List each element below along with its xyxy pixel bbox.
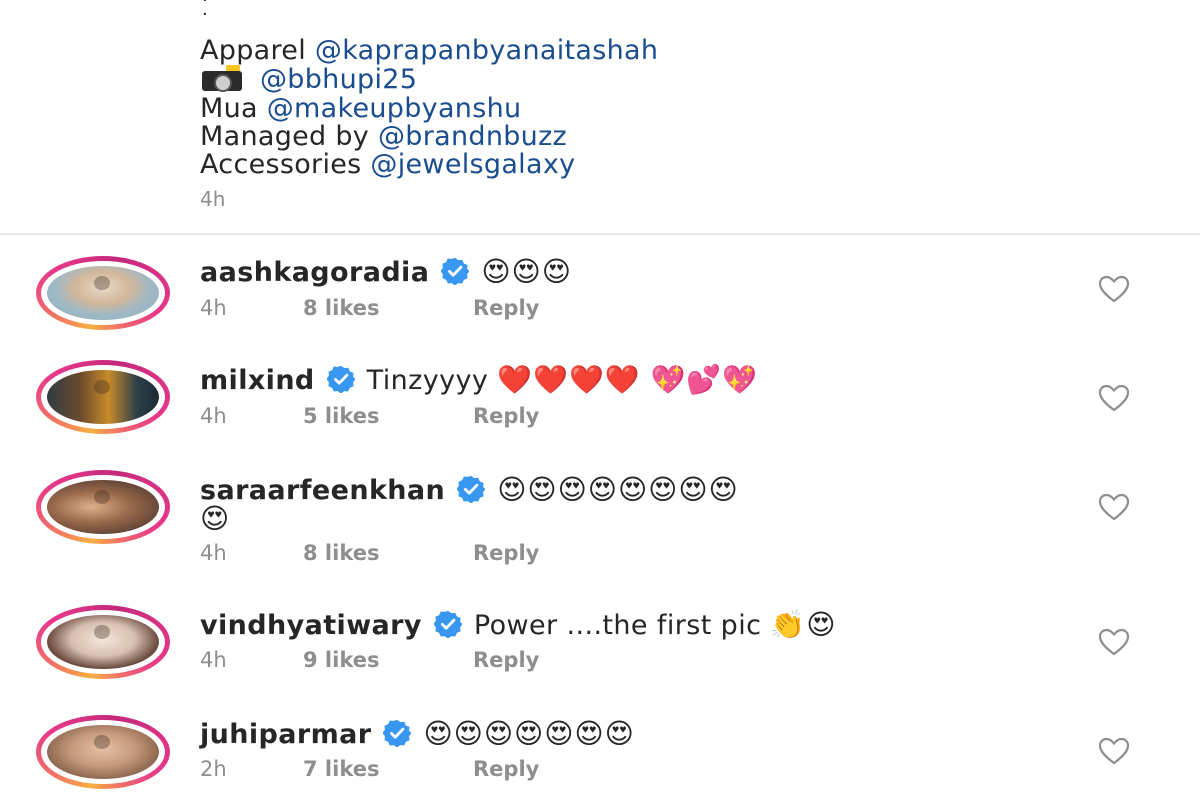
like-heart-icon[interactable] (1097, 627, 1131, 657)
comment-body-continued: 😍 (200, 503, 230, 536)
comment-username[interactable]: vindhyatiwary (200, 610, 422, 641)
comment-emojis: 😍😍😍😍😍😍😍😍 (497, 473, 739, 506)
comment-body: juhiparmar 😍😍😍😍😍😍😍 (200, 718, 635, 751)
caption-line-accessories: Accessories @jewelsgalaxy (200, 149, 576, 180)
mention-link[interactable]: @kaprapanbyanaitashah (315, 35, 658, 66)
verified-badge-icon (433, 610, 463, 639)
comment-meta: 4h 5 likes Reply (200, 404, 539, 428)
comment-emojis: 😍😍😍 (481, 255, 572, 288)
likes-count[interactable]: 8 likes (303, 296, 473, 320)
caption-line-apparel: Apparel @kaprapanbyanaitashah (200, 35, 659, 66)
reply-button[interactable]: Reply (473, 757, 539, 781)
comment-emojis-overflow: 😍 (200, 502, 231, 535)
comment-meta: 4h 8 likes Reply (200, 296, 539, 320)
comment-time: 4h (200, 296, 227, 320)
like-heart-icon[interactable] (1097, 736, 1131, 766)
avatar[interactable] (36, 470, 170, 544)
like-heart-icon[interactable] (1097, 383, 1131, 413)
comment-username[interactable]: saraarfeenkhan (200, 475, 445, 506)
comment-username[interactable]: juhiparmar (200, 719, 371, 750)
comment-body: saraarfeenkhan 😍😍😍😍😍😍😍😍 (200, 474, 739, 507)
comment-time: 4h (200, 648, 227, 672)
reply-button[interactable]: Reply (473, 296, 539, 320)
likes-count[interactable]: 5 likes (303, 404, 473, 428)
reply-button[interactable]: Reply (473, 404, 539, 428)
reply-button[interactable]: Reply (473, 541, 539, 565)
verified-badge-icon (326, 365, 356, 394)
avatar[interactable] (36, 256, 170, 330)
comment-body: milxind Tinzyyyy ❤️❤️❤️❤️ 💖💕💖 (200, 364, 758, 397)
likes-count[interactable]: 9 likes (303, 648, 473, 672)
comment-text: Tinzyyyy (366, 365, 498, 396)
avatar[interactable] (36, 360, 170, 434)
comment-username[interactable]: milxind (200, 365, 315, 396)
comment-body: aashkagoradia 😍😍😍 (200, 256, 572, 289)
caption-line-photographer: @bbhupi25 (200, 64, 417, 96)
comment-username[interactable]: aashkagoradia (200, 257, 429, 288)
comment-time: 4h (200, 541, 227, 565)
comment-emojis: 😍😍😍😍😍😍😍 (423, 717, 635, 750)
verified-badge-icon (382, 719, 413, 748)
comment-emojis: ❤️❤️❤️❤️ 💖💕💖 (497, 363, 759, 396)
reply-button[interactable]: Reply (473, 648, 539, 672)
mention-link[interactable]: @makeupbyanshu (267, 93, 522, 124)
likes-count[interactable]: 7 likes (303, 757, 473, 781)
comment-meta: 4h 9 likes Reply (200, 648, 539, 672)
mention-link[interactable]: @jewelsgalaxy (370, 149, 575, 180)
comment-time: 4h (200, 404, 227, 428)
mention-link[interactable]: @bbhupi25 (260, 64, 417, 95)
comment-text: Power ....the first pic (473, 610, 771, 641)
divider (0, 233, 1200, 235)
comment-emojis: 👏😍 (770, 608, 837, 641)
avatar[interactable] (36, 605, 170, 679)
comment-body: vindhyatiwary Power ....the first pic 👏😍 (200, 609, 836, 642)
avatar[interactable] (36, 715, 170, 789)
likes-count[interactable]: 8 likes (303, 541, 473, 565)
comment-meta: 4h 8 likes Reply (200, 541, 539, 565)
caption-ellipsis: · · (202, 0, 208, 25)
like-heart-icon[interactable] (1097, 492, 1131, 522)
like-heart-icon[interactable] (1097, 274, 1131, 304)
camera-flash-icon (200, 65, 246, 92)
verified-badge-icon (440, 257, 470, 286)
verified-badge-icon (456, 475, 486, 504)
comment-time: 2h (200, 757, 227, 781)
mention-link[interactable]: @brandnbuzz (378, 121, 567, 152)
comment-meta: 2h 7 likes Reply (200, 757, 539, 781)
caption-timestamp: 4h (200, 187, 226, 211)
